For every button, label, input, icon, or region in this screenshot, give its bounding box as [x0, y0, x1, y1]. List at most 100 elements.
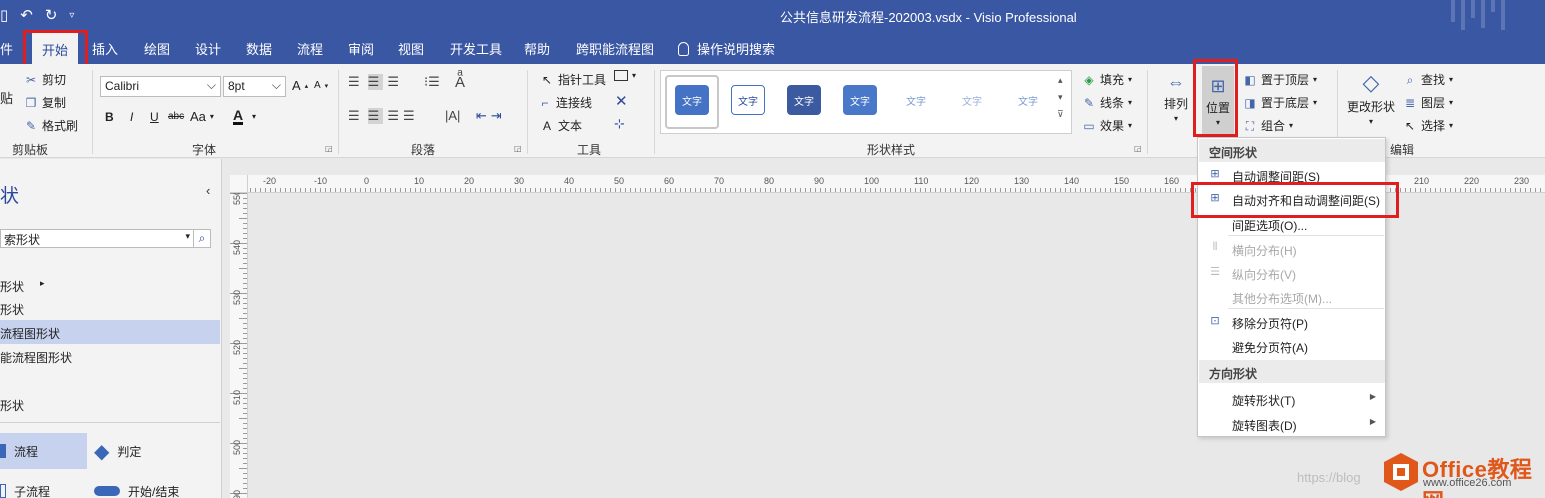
- tab-review[interactable]: 审阅: [348, 39, 374, 58]
- group-button[interactable]: ⛶ 组合 ▾: [1243, 117, 1293, 134]
- style-swatch[interactable]: 文字: [1011, 85, 1045, 115]
- list-item[interactable]: 形状: [0, 392, 220, 416]
- grow-font-button[interactable]: A ▴: [292, 78, 308, 93]
- copy-icon: ❐: [25, 95, 37, 110]
- pointer-tool-button[interactable]: ↖ 指针工具: [540, 71, 606, 88]
- ruler-tick-label: 540: [232, 239, 242, 255]
- cut-button[interactable]: ✂ 剪切: [24, 71, 66, 88]
- change-shape-button[interactable]: ◇ 更改形状 ▾: [1347, 70, 1395, 126]
- ruler-tick-label: 90: [814, 176, 825, 186]
- bring-to-front-button[interactable]: ◧ 置于顶层 ▾: [1243, 71, 1317, 88]
- strikethrough-button[interactable]: abc: [168, 111, 184, 122]
- style-swatch[interactable]: 文字: [675, 85, 709, 115]
- arrange-button[interactable]: ⇔ 排列 ▾: [1164, 72, 1188, 123]
- search-icon[interactable]: ⌕: [193, 229, 211, 248]
- connection-point-icon[interactable]: ⊹: [614, 116, 625, 132]
- paste-button[interactable]: 贴: [0, 88, 13, 107]
- text-direction-icon[interactable]: Aͣ: [455, 74, 465, 91]
- list-item-selected[interactable]: 流程图形状: [0, 320, 220, 344]
- close-icon[interactable]: ✕: [615, 92, 628, 110]
- fill-button[interactable]: ◈ 填充 ▾: [1082, 71, 1132, 88]
- layers-button[interactable]: ≣ 图层 ▾: [1403, 94, 1453, 111]
- search-shapes-input[interactable]: 索形状 ▾: [0, 229, 195, 248]
- list-item[interactable]: 能流程图形状: [0, 344, 220, 368]
- select-button[interactable]: ↖ 选择 ▾: [1403, 117, 1453, 134]
- menu-item-remove-page-breaks[interactable]: ⊡ 移除分页符(P): [1199, 310, 1385, 333]
- style-swatch[interactable]: 文字: [955, 85, 989, 115]
- ruler-corner: [230, 175, 248, 193]
- bullets-button[interactable]: ⁝☰: [424, 74, 440, 90]
- format-painter-button[interactable]: ✎ 格式刷: [24, 117, 78, 134]
- shape-style-gallery[interactable]: 文字 文字 文字 文字 文字 文字 文字: [660, 70, 1072, 134]
- find-button[interactable]: ⌕ 查找 ▾: [1403, 71, 1453, 88]
- align-horizontal-buttons[interactable]: ☰ ☰ ☰☰: [348, 108, 419, 124]
- menu-separator: [1228, 308, 1384, 309]
- menu-item-avoid-page-breaks[interactable]: 避免分页符(A): [1199, 334, 1385, 357]
- text-block-icon[interactable]: |A|: [445, 108, 460, 123]
- tab-file[interactable]: 件: [0, 39, 13, 58]
- style-swatch[interactable]: 文字: [843, 85, 877, 115]
- shape-tile-subprocess[interactable]: 子流程: [0, 473, 87, 498]
- copy-button[interactable]: ❐ 复制: [24, 94, 66, 111]
- font-color-button[interactable]: A: [233, 108, 244, 125]
- style-swatch[interactable]: 文字: [787, 85, 821, 115]
- change-case-button[interactable]: Aa ▾: [190, 109, 214, 124]
- tell-me-search[interactable]: 操作说明搜索: [678, 39, 775, 58]
- style-swatch[interactable]: 文字: [731, 85, 765, 115]
- tab-help[interactable]: 帮助: [524, 39, 550, 58]
- tab-cross-functional[interactable]: 跨职能流程图: [576, 39, 654, 58]
- dialog-launcher-icon[interactable]: ◲: [514, 144, 522, 153]
- watermark-brand: Office教程网: [1422, 457, 1533, 498]
- customize-qat-icon[interactable]: ▿: [69, 10, 74, 21]
- chevron-down-icon[interactable]: ▾: [252, 112, 256, 121]
- dialog-launcher-icon[interactable]: ◲: [325, 144, 333, 153]
- tab-design[interactable]: 设计: [195, 39, 221, 58]
- fill-icon: ◈: [1084, 72, 1094, 87]
- align-top-buttons[interactable]: ☰ ☰ ☰: [348, 74, 403, 90]
- ruler-tick-label: 500: [232, 439, 242, 455]
- menu-item-rotate-shapes[interactable]: 旋转形状(T) ▶: [1199, 387, 1385, 410]
- line-button[interactable]: ✎ 线条 ▾: [1082, 94, 1132, 111]
- italic-button[interactable]: I: [130, 110, 133, 124]
- list-item-more-shapes[interactable]: 形状 ▸: [0, 273, 220, 297]
- tab-insert[interactable]: 插入: [92, 39, 118, 58]
- connector-tool-button[interactable]: ⌐ 连接线: [538, 94, 592, 111]
- font-size-combo[interactable]: 8pt ⌵: [223, 76, 286, 97]
- ruler-tick-label: 110: [914, 176, 929, 186]
- gallery-scroll[interactable]: ▴ ▾ ⊽: [1057, 72, 1064, 123]
- indent-buttons[interactable]: ⇤⇥: [476, 108, 506, 124]
- shape-tile-decision[interactable]: ◆ 判定: [94, 433, 214, 469]
- ruler-tick-label: 140: [1064, 176, 1080, 186]
- tab-data[interactable]: 数据: [246, 39, 272, 58]
- tab-view[interactable]: 视图: [398, 39, 424, 58]
- underline-button[interactable]: U: [150, 110, 159, 124]
- bring-front-icon: ◧: [1244, 72, 1256, 87]
- tab-draw[interactable]: 绘图: [144, 39, 170, 58]
- send-to-back-button[interactable]: ◨ 置于底层 ▾: [1243, 94, 1317, 111]
- style-swatch[interactable]: 文字: [899, 85, 933, 115]
- font-name-combo[interactable]: Calibri ⌵: [100, 76, 221, 97]
- shape-tile-start-end[interactable]: 开始/结束: [94, 473, 214, 498]
- tab-developer[interactable]: 开发工具: [450, 39, 502, 58]
- vertical-ruler: 550 540 530 520 510 500 490: [230, 193, 248, 498]
- shape-tile-process[interactable]: 流程: [0, 433, 87, 469]
- ruler-tick-label: 50: [614, 176, 625, 186]
- undo-icon[interactable]: ↶: [20, 6, 33, 24]
- collapse-icon[interactable]: ‹: [206, 183, 210, 198]
- list-item[interactable]: 形状: [0, 296, 220, 320]
- ruler-tick-label: -10: [314, 176, 328, 186]
- bold-button[interactable]: B: [105, 110, 114, 124]
- dialog-launcher-icon[interactable]: ◲: [1134, 144, 1142, 153]
- effects-button[interactable]: ▭ 效果 ▾: [1082, 117, 1132, 134]
- shrink-font-button[interactable]: A ▾: [314, 80, 328, 91]
- list-item[interactable]: [0, 368, 220, 392]
- ruler-tick-label: 210: [1414, 176, 1430, 186]
- tab-process[interactable]: 流程: [297, 39, 323, 58]
- text-tool-button[interactable]: A 文本: [540, 117, 582, 134]
- menu-header-space: 空间形状: [1199, 139, 1385, 162]
- save-icon[interactable]: ▯: [0, 6, 8, 24]
- group-label-shape-styles: 形状样式: [867, 143, 916, 157]
- redo-icon[interactable]: ↻: [45, 6, 58, 24]
- menu-item-rotate-diagram[interactable]: 旋转图表(D) ▶: [1199, 412, 1385, 435]
- rectangle-tool-button[interactable]: ▾: [614, 70, 636, 81]
